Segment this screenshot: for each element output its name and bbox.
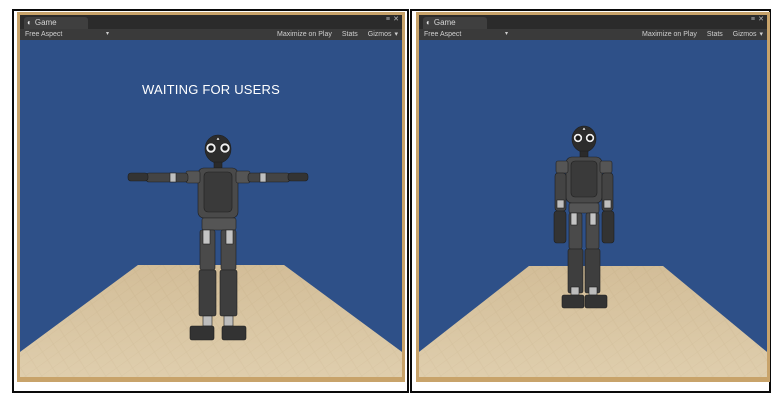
waiting-status-text: WAITING FOR USERS: [142, 82, 280, 97]
unity-logo-icon: ◐: [426, 18, 431, 27]
game-viewport[interactable]: WAITING FOR USERS: [20, 40, 402, 377]
maximize-on-play-button[interactable]: Maximize on Play: [277, 31, 332, 38]
game-window-left: ◐ Game ≡ ✕ Free Aspect ▾ Maximize on Play…: [17, 12, 405, 382]
maximize-on-play-button[interactable]: Maximize on Play: [642, 31, 697, 38]
gizmos-dropdown[interactable]: Gizmos: [733, 31, 757, 38]
game-viewport[interactable]: [419, 40, 767, 377]
game-window-right: ◐ Game ≡ ✕ Free Aspect ▾ Maximize on Play…: [416, 12, 770, 382]
stats-button[interactable]: Stats: [342, 31, 358, 38]
tab-label: Game: [34, 18, 57, 27]
tab-bar: ◐ Game ≡ ✕: [20, 15, 402, 29]
unity-logo-icon: ◐: [27, 18, 32, 27]
tab-label: Game: [433, 18, 456, 27]
scene: [419, 125, 767, 377]
tab-bar: ◐ Game ≡ ✕: [419, 15, 767, 29]
close-icon[interactable]: ✕: [393, 16, 399, 23]
game-toolbar: Free Aspect ▾ Maximize on Play Stats Giz…: [20, 29, 402, 40]
aspect-dropdown[interactable]: Free Aspect: [25, 29, 62, 40]
chevron-down-icon: ▾: [394, 31, 398, 38]
tab-game[interactable]: ◐ Game: [24, 17, 88, 29]
chevron-down-icon: ▾: [759, 31, 763, 38]
chevron-down-icon: ▾: [106, 31, 110, 37]
close-icon[interactable]: ✕: [758, 16, 764, 23]
gizmos-dropdown[interactable]: Gizmos: [368, 31, 392, 38]
tab-game[interactable]: ◐ Game: [423, 17, 487, 29]
menu-icon[interactable]: ≡: [386, 16, 390, 23]
aspect-dropdown[interactable]: Free Aspect: [424, 29, 461, 40]
game-toolbar: Free Aspect ▾ Maximize on Play Stats Giz…: [419, 29, 767, 40]
stats-button[interactable]: Stats: [707, 31, 723, 38]
chevron-down-icon: ▾: [505, 31, 509, 37]
menu-icon[interactable]: ≡: [751, 16, 755, 23]
